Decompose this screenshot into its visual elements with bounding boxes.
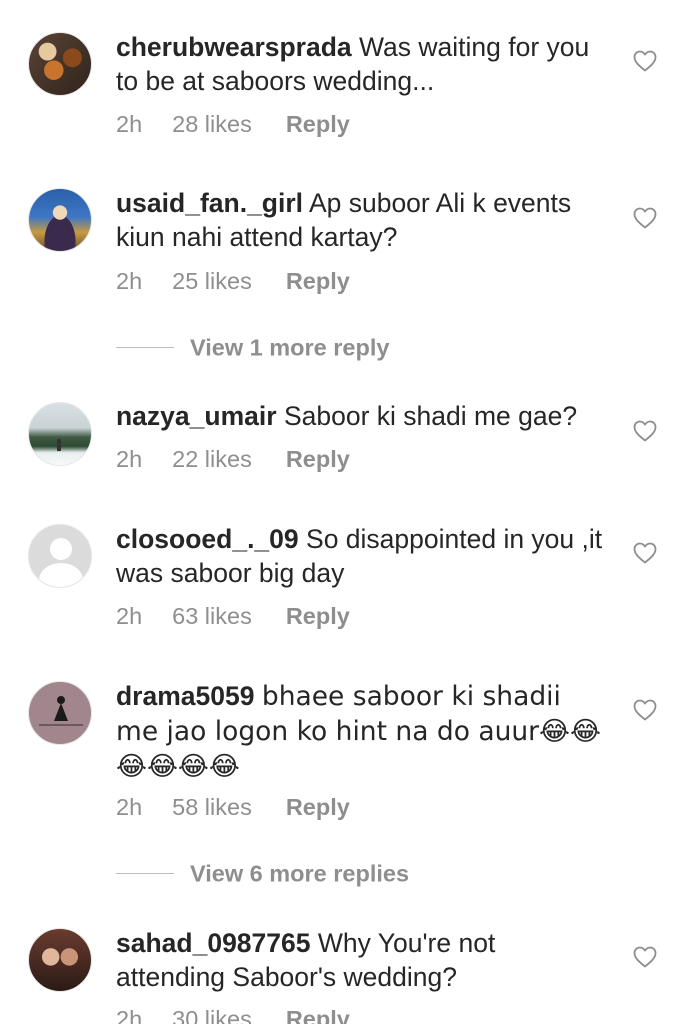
comment-body: closooed_._09 So disappointed in you ,it…: [116, 522, 606, 590]
avatar[interactable]: [28, 928, 92, 992]
avatar[interactable]: [28, 402, 92, 466]
comment-likes[interactable]: 25 likes: [172, 268, 252, 295]
comment-time: 2h: [116, 603, 143, 629]
comment-body: drama5059 bhaee saboor ki shadii me jao …: [116, 679, 606, 784]
avatar[interactable]: [28, 32, 92, 96]
comment-username[interactable]: usaid_fan._girl: [116, 188, 303, 218]
comment-body: usaid_fan._girl Ap suboor Ali k events k…: [116, 186, 606, 254]
reply-button[interactable]: Reply: [286, 1006, 350, 1024]
heart-icon[interactable]: [633, 542, 657, 564]
heart-icon[interactable]: [633, 946, 657, 968]
comment-likes[interactable]: 30 likes: [172, 1006, 252, 1024]
comment-time: 2h: [116, 1006, 143, 1024]
comment-time: 2h: [116, 794, 143, 820]
comment-body: nazya_umair Saboor ki shadi me gae?: [116, 399, 606, 433]
comment-likes[interactable]: 58 likes: [172, 794, 252, 821]
reply-button[interactable]: Reply: [286, 446, 350, 473]
comment-body: cherubwearsprada Was waiting for you to …: [116, 30, 606, 98]
comment-meta: 2h 30 likes Reply: [116, 1006, 350, 1024]
comment-likes[interactable]: 22 likes: [172, 446, 252, 473]
heart-icon[interactable]: [633, 699, 657, 721]
comment-username[interactable]: drama5059: [116, 681, 255, 711]
view-more-label[interactable]: View 6 more replies: [190, 860, 409, 886]
avatar[interactable]: [28, 681, 92, 745]
comment-username[interactable]: cherubwearsprada: [116, 32, 352, 62]
reply-button[interactable]: Reply: [286, 268, 350, 295]
reply-button[interactable]: Reply: [286, 111, 350, 138]
comment-username[interactable]: nazya_umair: [116, 401, 277, 431]
comment-likes[interactable]: 28 likes: [172, 111, 252, 138]
view-more-replies[interactable]: View 6 more replies: [116, 859, 409, 887]
reply-button[interactable]: Reply: [286, 794, 350, 821]
comment-meta: 2h 22 likes Reply: [116, 446, 350, 473]
comment-time: 2h: [116, 446, 143, 472]
heart-icon[interactable]: [633, 207, 657, 229]
divider: [116, 873, 174, 875]
comment-likes[interactable]: 63 likes: [172, 603, 252, 630]
view-more-replies[interactable]: View 1 more reply: [116, 333, 389, 361]
comment-meta: 2h 58 likes Reply: [116, 794, 350, 821]
divider: [116, 347, 174, 349]
comment-time: 2h: [116, 268, 143, 294]
view-more-label[interactable]: View 1 more reply: [190, 334, 389, 360]
avatar[interactable]: [28, 188, 92, 252]
comment-text: Saboor ki shadi me gae?: [283, 401, 578, 431]
reply-button[interactable]: Reply: [286, 603, 350, 630]
comment-body: sahad_0987765 Why You're not attending S…: [116, 926, 606, 994]
comment-meta: 2h 28 likes Reply: [116, 111, 350, 138]
comment-time: 2h: [116, 111, 143, 137]
comment-meta: 2h 63 likes Reply: [116, 603, 350, 630]
avatar[interactable]: [28, 524, 92, 588]
heart-icon[interactable]: [633, 420, 657, 442]
comment-username[interactable]: sahad_0987765: [116, 928, 311, 958]
comment-meta: 2h 25 likes Reply: [116, 268, 350, 295]
comment-username[interactable]: closooed_._09: [116, 524, 299, 554]
heart-icon[interactable]: [633, 50, 657, 72]
